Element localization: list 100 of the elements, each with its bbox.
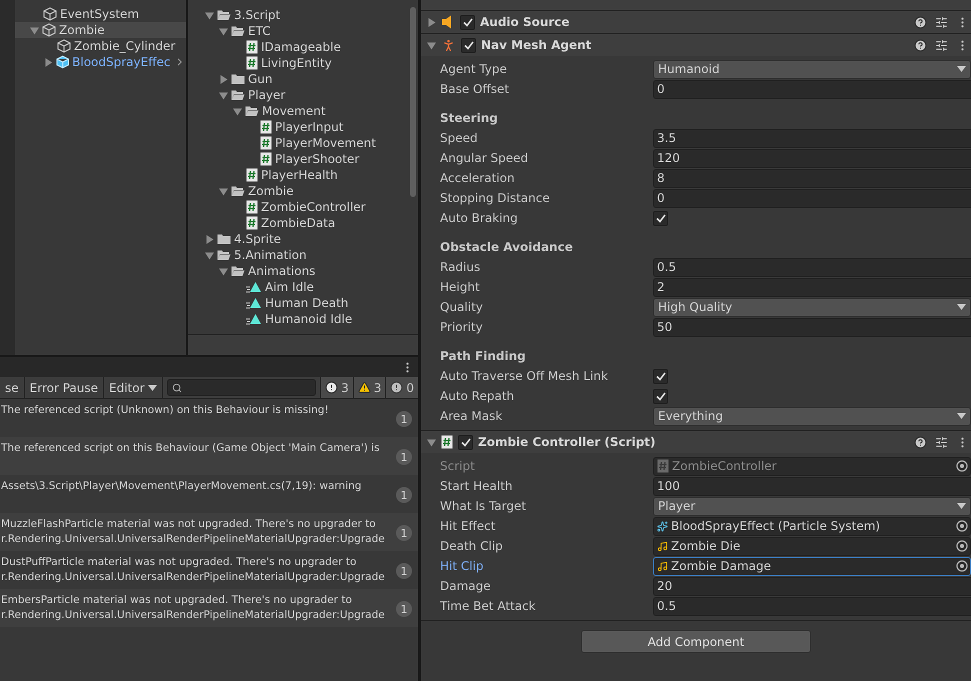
project-item[interactable]: Human Death	[188, 295, 408, 311]
number-field[interactable]: 50	[653, 318, 971, 336]
folder-icon	[217, 233, 231, 245]
property-label: Auto Repath	[440, 389, 516, 403]
log-message[interactable]: MuzzleFlashParticle material was not upgraded. There's no upgrader to r.Rendering.Universal.UniversalRenderPipelineMaterialUpgrader:Upgrade	[0, 517, 385, 547]
message-count: 1	[396, 525, 412, 541]
project-item[interactable]: 3.Script	[188, 7, 408, 23]
log-message[interactable]: EmbersParticle material was not upgraded. There's no upgrader to r.Rendering.Universal.UniversalRenderPipelineMaterialUpgrader:Upgrade	[0, 593, 385, 623]
add-component-button[interactable]: Add Component	[581, 630, 811, 653]
number-field[interactable]: 2	[653, 278, 971, 296]
hierarchy-item[interactable]: BloodSprayEffec	[15, 54, 186, 70]
number-field[interactable]: 0.5	[653, 596, 971, 616]
project-item[interactable]: Movement	[188, 103, 408, 119]
message-count: 1	[396, 563, 412, 579]
script-file-icon	[441, 435, 453, 449]
component-header[interactable]: Zombie Controller (Script)	[421, 430, 971, 453]
collapsed-arrow-icon[interactable]	[219, 74, 228, 84]
enable-checkbox[interactable]	[460, 14, 475, 30]
project-item[interactable]: LivingEntity	[188, 55, 408, 71]
project-item[interactable]: PlayerShooter	[188, 151, 408, 167]
project-item[interactable]: ZombieData	[188, 215, 408, 231]
log-count-toggle[interactable]: 0	[385, 377, 418, 398]
project-item[interactable]: 5.Animation	[188, 247, 408, 263]
collapsed-arrow-icon[interactable]	[205, 234, 214, 244]
object-field[interactable]: BloodSprayEffect (Particle System)	[653, 516, 971, 536]
expanded-arrow-icon[interactable]	[427, 438, 436, 446]
object-picker-icon[interactable]	[956, 560, 968, 572]
help-icon[interactable]	[914, 16, 927, 28]
dropdown-caret-icon	[148, 384, 157, 390]
animation-clip-icon	[246, 281, 262, 293]
log-message[interactable]: The referenced script (Unknown) on this Behaviour is missing!	[0, 403, 329, 418]
checkmark-icon	[656, 392, 666, 400]
project-item[interactable]: Player	[188, 87, 408, 103]
cube-icon	[42, 23, 56, 37]
error-icon	[390, 381, 404, 394]
component-header[interactable]: Audio Source	[421, 10, 971, 33]
project-item[interactable]: ETC	[188, 23, 408, 39]
log-count-toggle[interactable]: 3	[320, 377, 353, 398]
number-field[interactable]: 120	[653, 148, 971, 168]
search-field[interactable]	[166, 379, 316, 396]
project-item[interactable]: IDamageable	[188, 39, 408, 55]
checkbox[interactable]	[653, 368, 668, 384]
dropdown[interactable]: Player	[653, 496, 971, 516]
checkbox[interactable]	[653, 210, 668, 226]
help-icon[interactable]	[914, 436, 927, 448]
dropdown-caret-icon	[957, 66, 966, 72]
log-message[interactable]: DustPuffParticle material was not upgraded. There's no upgrader to r.Rendering.Universal.UniversalRenderPipelineMaterialUpgrader:Upgrade	[0, 555, 385, 585]
collapsed-arrow-icon[interactable]	[44, 58, 53, 66]
object-field[interactable]: Zombie Die	[653, 536, 971, 556]
preset-sliders-icon[interactable]	[935, 436, 948, 448]
project-item[interactable]: PlayerHealth	[188, 167, 408, 183]
info-icon	[325, 381, 338, 394]
hierarchy-item[interactable]: Zombie_Cylinder	[15, 38, 186, 54]
enable-checkbox[interactable]	[461, 38, 476, 52]
project-item[interactable]: Zombie	[188, 183, 408, 199]
script-file-icon	[246, 216, 258, 230]
object-picker-icon[interactable]	[956, 540, 968, 552]
number-field[interactable]: 0.5	[653, 258, 971, 276]
dropdown[interactable]: High Quality	[653, 298, 971, 316]
project-item[interactable]: PlayerMovement	[188, 135, 408, 151]
dropdown[interactable]: Humanoid	[653, 60, 971, 78]
number-field[interactable]: 3.5	[653, 128, 971, 148]
dropdown[interactable]: Everything	[653, 406, 971, 426]
preset-sliders-icon[interactable]	[935, 16, 948, 28]
project-item[interactable]: Aim Idle	[188, 279, 408, 295]
number-field[interactable]: 100	[653, 476, 971, 496]
log-message[interactable]: Assets\3.Script\Player\Movement\PlayerMovement.cs(7,19): warning	[0, 479, 362, 494]
property-label: Height	[440, 280, 481, 294]
project-item[interactable]: PlayerInput	[188, 119, 408, 135]
log-count-toggle[interactable]: 3	[352, 377, 386, 398]
animation-clip-icon	[246, 313, 262, 325]
project-item[interactable]: Animations	[188, 263, 408, 279]
property-label: What Is Target	[440, 499, 528, 513]
expanded-arrow-icon[interactable]	[427, 40, 436, 50]
project-item[interactable]: Humanoid Idle	[188, 311, 408, 327]
enable-checkbox[interactable]	[458, 434, 473, 450]
project-item[interactable]: ZombieController	[188, 199, 408, 215]
number-field[interactable]: 20	[653, 576, 971, 596]
component-header[interactable]: Nav Mesh Agent	[421, 33, 971, 56]
property-label: Script	[440, 459, 476, 473]
object-field[interactable]: Zombie Damage	[653, 556, 971, 576]
number-field[interactable]: 8	[653, 168, 971, 188]
project-item[interactable]: 4.Sprite	[188, 231, 408, 247]
preset-sliders-icon[interactable]	[935, 38, 948, 52]
project-item[interactable]: Gun	[188, 71, 408, 87]
number-field[interactable]: 0	[653, 80, 971, 98]
scrollbar-thumb[interactable]	[410, 7, 416, 197]
help-icon[interactable]	[914, 38, 927, 52]
object-picker-icon[interactable]	[956, 520, 968, 532]
hierarchy-item[interactable]: EventSystem	[15, 6, 186, 22]
log-message[interactable]: The referenced script on this Behaviour (Game Object 'Main Camera') is	[0, 441, 380, 456]
expanded-arrow-icon[interactable]	[219, 186, 228, 196]
number-field[interactable]: 0	[653, 188, 971, 208]
music-note-icon	[657, 560, 668, 572]
warning-icon	[358, 381, 371, 394]
collapsed-arrow-icon[interactable]	[427, 18, 436, 26]
expanded-arrow-icon[interactable]	[30, 26, 39, 34]
checkbox[interactable]	[653, 388, 668, 404]
hierarchy-item[interactable]: Zombie	[15, 22, 186, 38]
property-label: Hit Clip	[440, 559, 485, 573]
